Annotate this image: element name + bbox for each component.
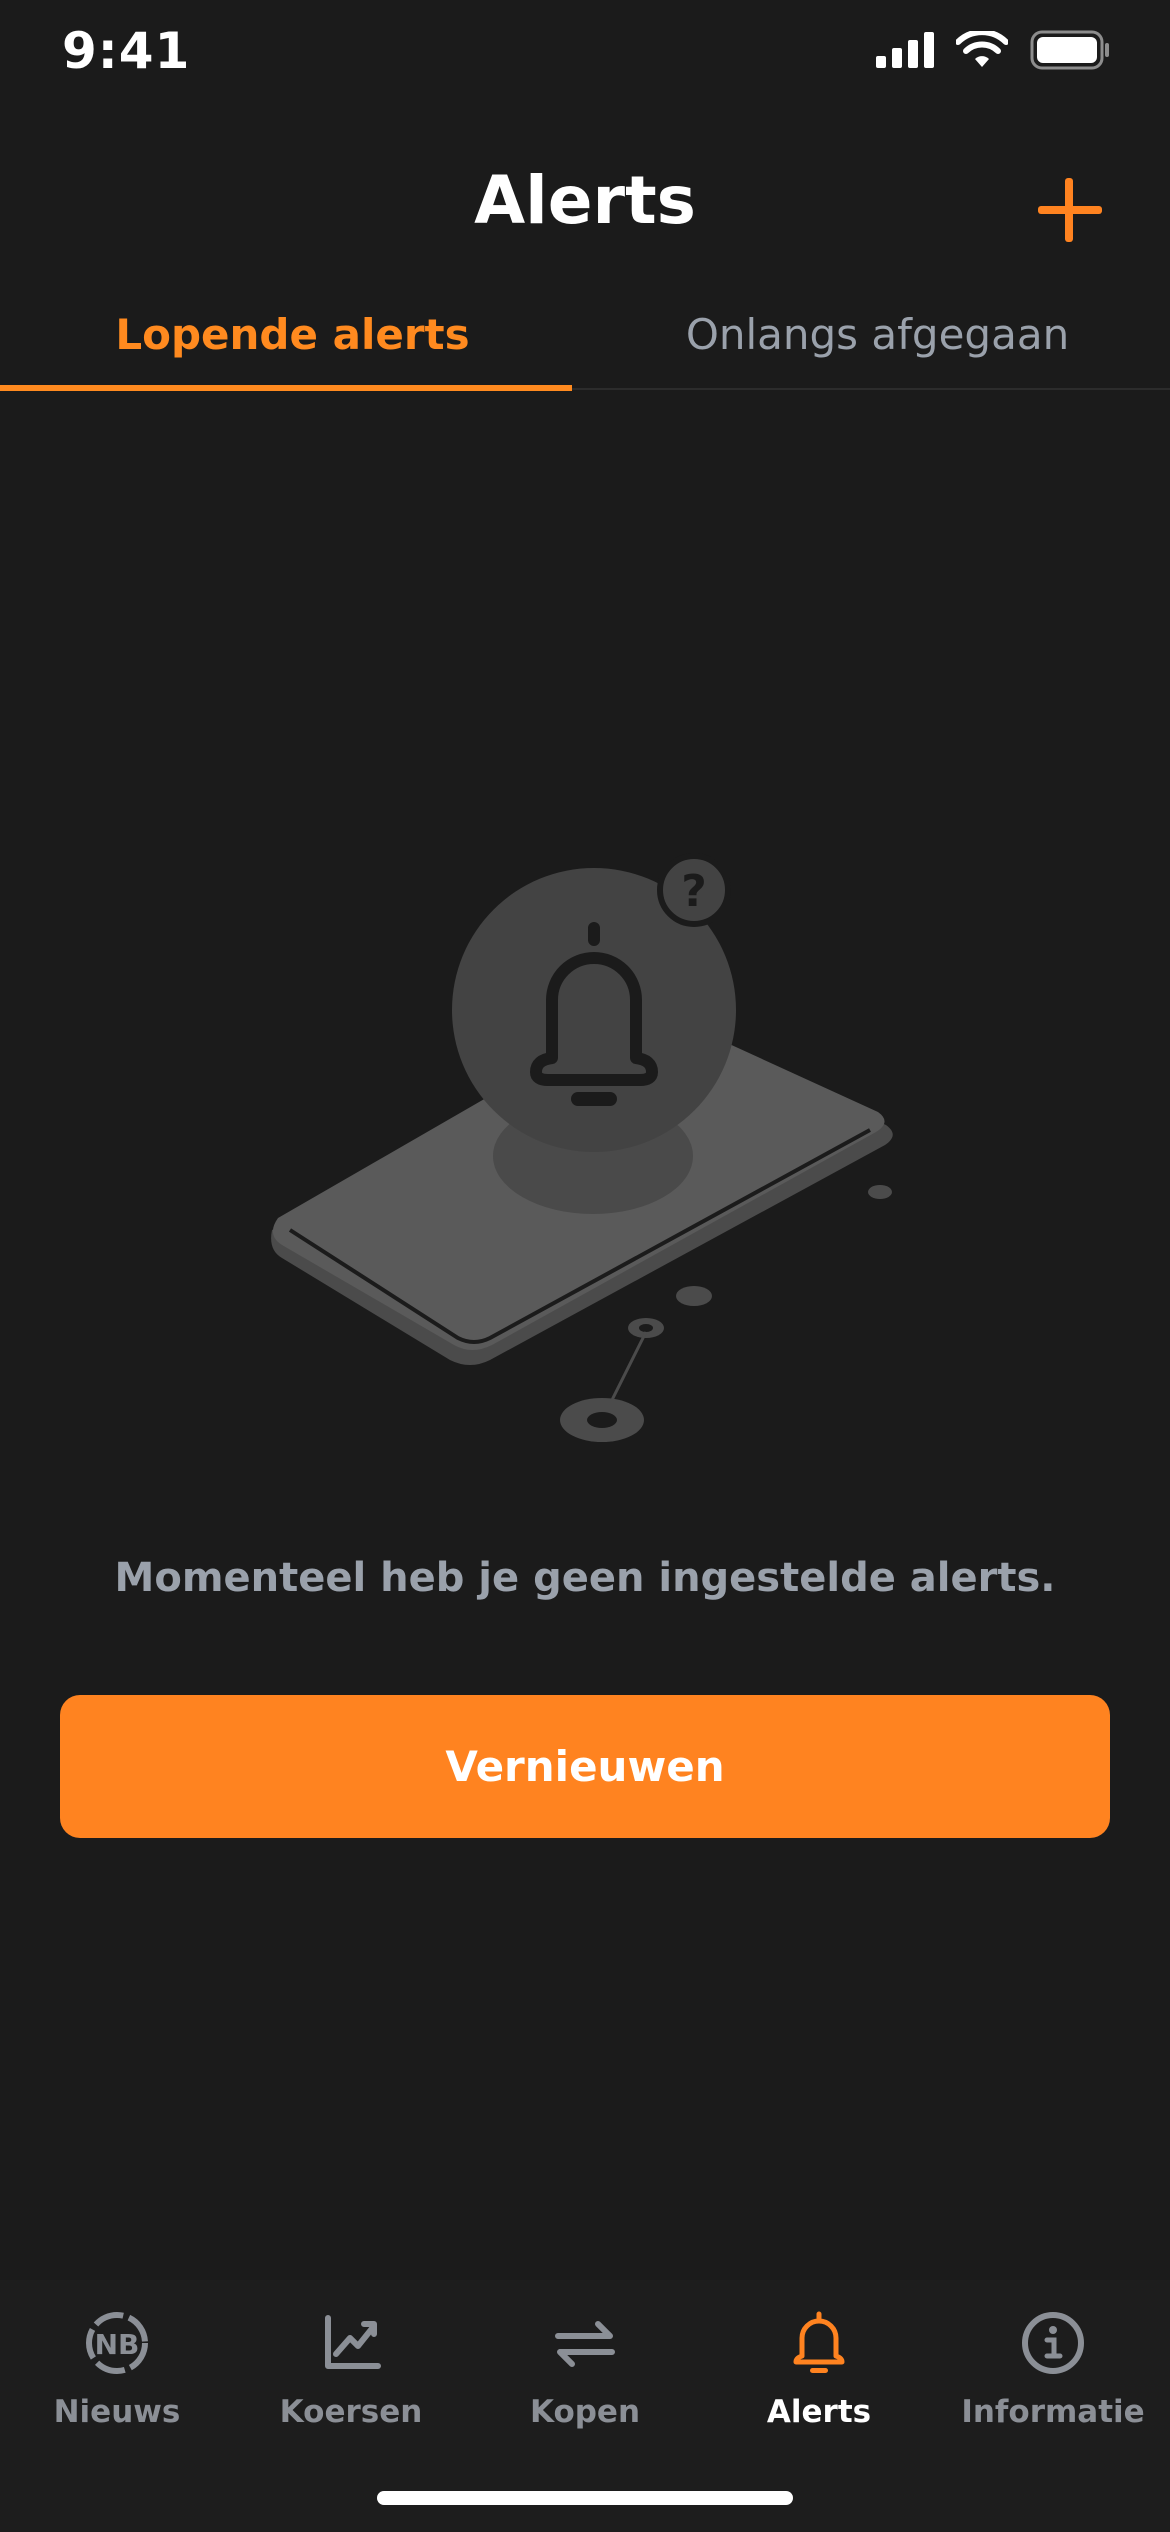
empty-state-illustration: ? <box>260 840 920 1460</box>
bottom-tab-bar: NB Nieuws Koersen Kopen Alerts Informati… <box>0 2280 1170 2532</box>
refresh-button-label: Vernieuwen <box>445 1742 725 1791</box>
tab-lopende-alerts[interactable]: Lopende alerts <box>0 280 585 388</box>
tabbar-item-informatie[interactable]: Informatie <box>936 2280 1170 2440</box>
signal-icon <box>876 32 934 68</box>
battery-icon <box>1030 30 1109 70</box>
add-alert-button[interactable] <box>1030 170 1110 250</box>
segment-tabs: Lopende alerts Onlangs afgegaan <box>0 280 1170 391</box>
plus-icon <box>1038 178 1102 242</box>
home-indicator <box>377 2491 793 2505</box>
status-bar: 9:41 <box>0 0 1170 110</box>
status-time: 9:41 <box>62 22 191 80</box>
chart-icon <box>325 2315 381 2369</box>
swap-arrows-icon <box>555 2321 615 2367</box>
svg-text:NB: NB <box>95 2328 140 2361</box>
active-tab-indicator <box>0 385 572 391</box>
tabbar-item-alerts[interactable]: Alerts <box>702 2280 936 2440</box>
wifi-icon <box>956 31 1008 67</box>
tabbar-label: Nieuws <box>53 2394 181 2430</box>
tab-onlangs-afgegaan[interactable]: Onlangs afgegaan <box>585 280 1170 388</box>
tabbar-label: Koersen <box>279 2394 423 2430</box>
tabbar-label: Informatie <box>961 2394 1145 2430</box>
empty-state-message: Momenteel heb je geen ingestelde alerts. <box>114 1555 1056 1601</box>
tabbar-item-nieuws[interactable]: NB Nieuws <box>0 2280 234 2440</box>
bell-icon <box>793 2311 845 2373</box>
svg-text:?: ? <box>681 866 707 917</box>
tabbar-label: Kopen <box>529 2394 641 2430</box>
status-icons <box>876 30 1110 70</box>
info-icon <box>1022 2312 1084 2374</box>
tab-label: Onlangs afgegaan <box>685 309 1070 359</box>
phone-bell-question-illustration: ? <box>271 853 893 1442</box>
page-title: Alerts <box>474 162 696 239</box>
tabbar-item-koersen[interactable]: Koersen <box>234 2280 468 2440</box>
refresh-button[interactable]: Vernieuwen <box>60 1695 1110 1838</box>
news-coin-icon: NB <box>86 2312 148 2374</box>
header: Alerts <box>0 150 1170 260</box>
tab-label: Lopende alerts <box>115 309 470 359</box>
tabbar-item-kopen[interactable]: Kopen <box>468 2280 702 2440</box>
tabbar-label: Alerts <box>766 2394 872 2430</box>
